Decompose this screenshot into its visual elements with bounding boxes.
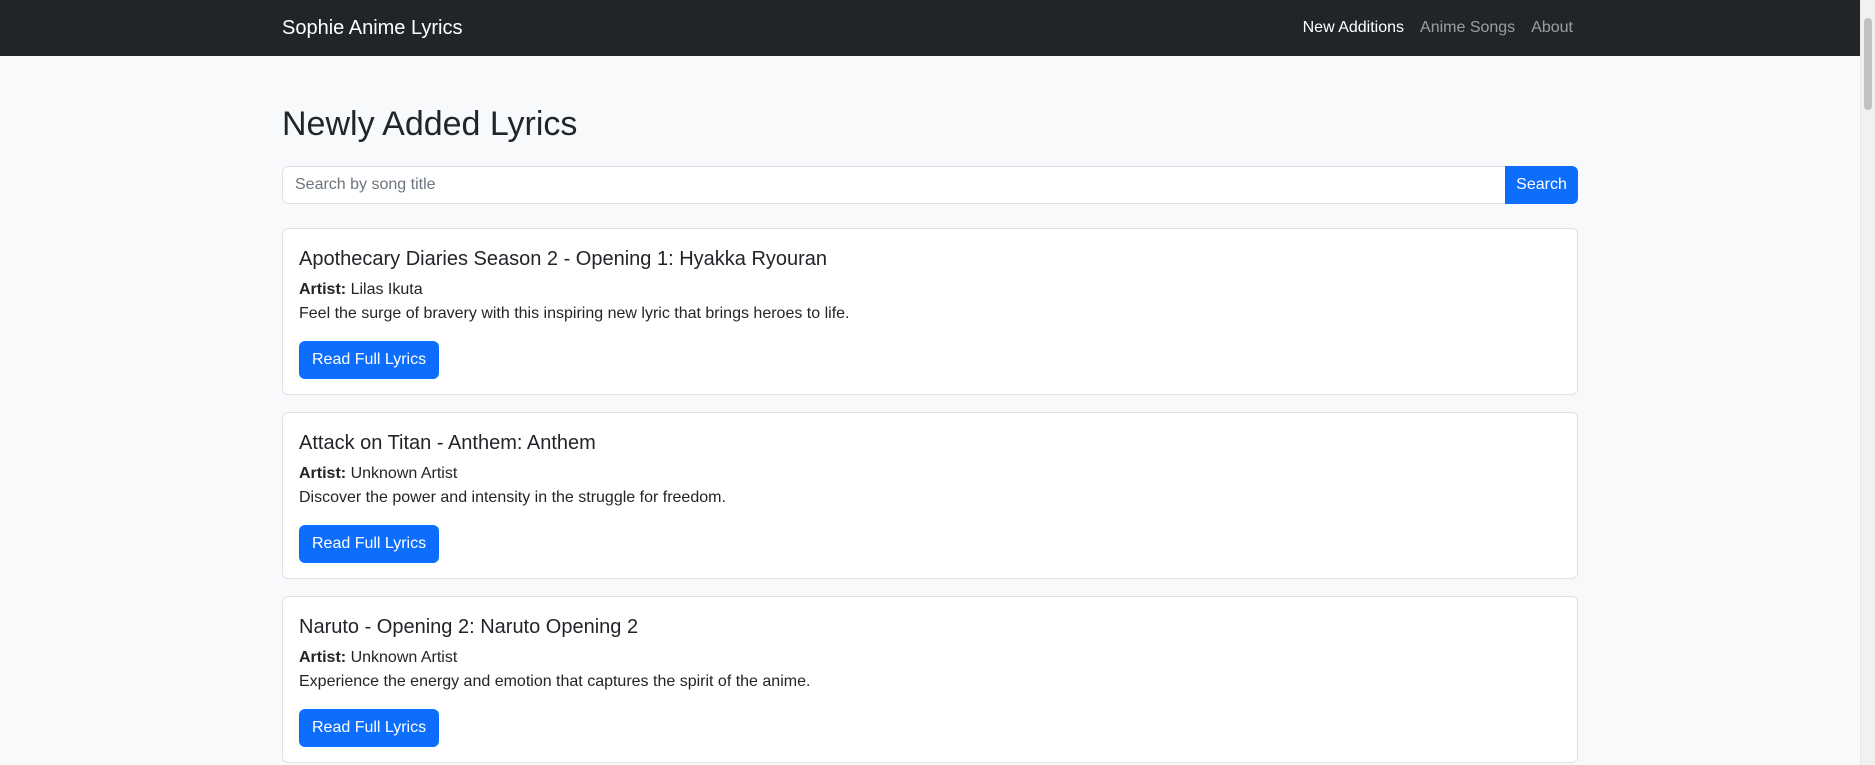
lyric-card: Naruto - Opening 2: Naruto Opening 2 Art… [282,596,1578,763]
search-form: Search [282,166,1578,204]
top-navbar: Sophie Anime Lyrics New Additions Anime … [0,0,1860,56]
card-artist: Artist: Unknown Artist [299,464,457,484]
read-full-lyrics-button[interactable]: Read Full Lyrics [299,525,440,563]
read-full-lyrics-button[interactable]: Read Full Lyrics [299,341,440,379]
nav-link-new-additions[interactable]: New Additions [1303,19,1404,37]
artist-label: Artist: [299,281,347,298]
lyric-card: Attack on Titan - Anthem: Anthem Artist:… [282,412,1578,579]
search-button[interactable]: Search [1505,166,1578,204]
card-title: Naruto - Opening 2: Naruto Opening 2 [299,616,639,638]
nav-links: New Additions Anime Songs About [1287,19,1573,37]
card-artist: Artist: Lilas Ikuta [299,280,423,300]
artist-name: Lilas Ikuta [350,281,423,298]
artist-label: Artist: [299,465,347,482]
page-scrollbar[interactable] [1860,0,1875,765]
artist-name: Unknown Artist [350,649,458,666]
artist-name: Unknown Artist [350,465,458,482]
card-description: Experience the energy and emotion that c… [299,673,811,690]
page: Sophie Anime Lyrics New Additions Anime … [0,0,1875,765]
card-artist: Artist: Unknown Artist [299,648,457,668]
card-title: Apothecary Diaries Season 2 - Opening 1:… [299,248,828,270]
lyric-card: Apothecary Diaries Season 2 - Opening 1:… [282,228,1578,395]
card-description: Feel the surge of bravery with this insp… [299,305,850,322]
search-input[interactable] [282,166,1505,204]
card-title: Attack on Titan - Anthem: Anthem [299,432,596,454]
nav-link-anime-songs[interactable]: Anime Songs [1420,19,1515,37]
artist-label: Artist: [299,649,347,666]
read-full-lyrics-button[interactable]: Read Full Lyrics [299,709,440,747]
card-description: Discover the power and intensity in the … [299,489,726,506]
page-title: Newly Added Lyrics [282,105,578,143]
brand-link[interactable]: Sophie Anime Lyrics [282,17,462,39]
scrollbar-thumb[interactable] [1864,18,1872,110]
nav-link-about[interactable]: About [1531,19,1573,37]
